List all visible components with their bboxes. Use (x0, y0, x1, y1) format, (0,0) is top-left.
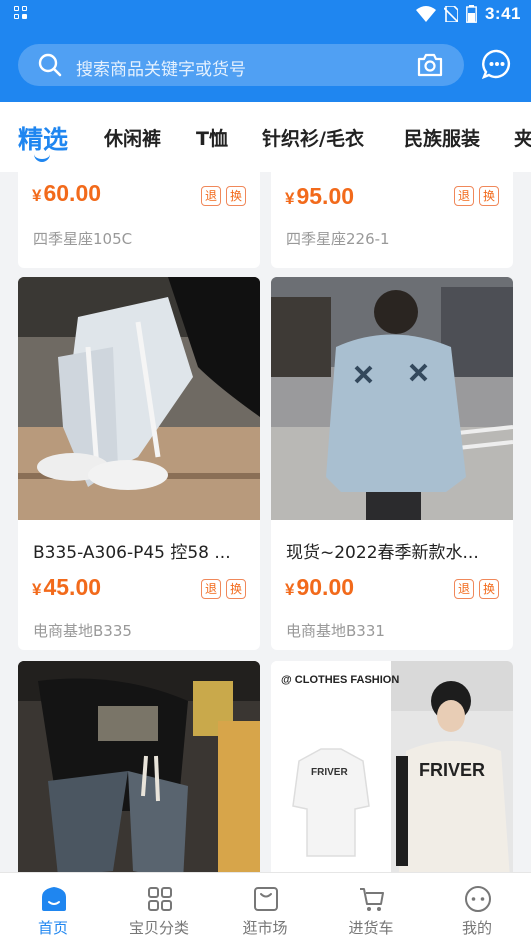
tab-jacket[interactable]: 夹 (514, 124, 531, 151)
header: 3:41 搜索商品关键字或货号 (0, 0, 531, 102)
product-title[interactable]: 现货~2022春季新款水... (286, 538, 501, 563)
profile-icon (465, 886, 491, 912)
cart-icon (360, 888, 384, 911)
return-badge: 退 (201, 579, 221, 599)
grid-icon (148, 887, 172, 911)
search-input[interactable]: 搜索商品关键字或货号 (76, 55, 246, 80)
product-image[interactable] (18, 277, 260, 520)
nav-home-label: 首页 (37, 919, 68, 937)
tab-ethnic-clothing[interactable]: 民族服装 (404, 124, 480, 151)
home-icon (42, 887, 66, 911)
tab-casual-pants[interactable]: 休闲裤 (104, 124, 161, 151)
friver-logo-small: FRIVER (311, 767, 348, 778)
nav-profile-label: 我的 (461, 919, 492, 937)
stall-name: 四季星座105C (33, 230, 133, 248)
exchange-badge: 换 (479, 579, 499, 599)
clothes-fashion-label: @ CLOTHES FASHION (281, 674, 399, 686)
product-card[interactable]: @ CLOTHES FASHION FRIVER FRIVER (271, 661, 513, 872)
return-badge: 退 (454, 186, 474, 206)
return-badge: 退 (454, 579, 474, 599)
product-card[interactable] (18, 661, 260, 872)
product-price: ¥90.00 (285, 574, 355, 600)
product-price: ¥95.00 (285, 183, 355, 209)
stall-name: 四季星座226-1 (286, 230, 390, 248)
product-card[interactable]: B335-A306-P45 控58 ... ¥45.00 退 换 电商基地B33… (18, 277, 260, 650)
camera-icon[interactable] (416, 52, 444, 78)
stall-name: 电商基地B331 (286, 622, 385, 640)
exchange-badge: 换 (226, 186, 246, 206)
product-card[interactable]: ¥60.00 退 换 四季星座105C (18, 172, 260, 268)
product-price: ¥45.00 (32, 574, 102, 600)
tab-indicator (34, 154, 50, 162)
nav-cart-label: 进货车 (348, 919, 394, 937)
status-bar: 3:41 (0, 0, 531, 28)
product-image[interactable] (271, 277, 513, 520)
product-card[interactable]: ¥95.00 退 换 四季星座226-1 (271, 172, 513, 268)
nav-home[interactable]: 首页 (0, 873, 106, 944)
wifi-icon (415, 6, 436, 22)
no-sim-icon (443, 6, 458, 22)
app-notification-icon (14, 6, 28, 20)
product-image[interactable]: @ CLOTHES FASHION FRIVER FRIVER (271, 661, 513, 872)
stall-name: 电商基地B335 (33, 622, 132, 640)
status-time: 3:41 (484, 4, 521, 23)
product-card[interactable]: 现货~2022春季新款水... ¥90.00 退 换 电商基地B331 (271, 277, 513, 650)
product-grid: ¥60.00 退 换 四季星座105C ¥95.00 退 换 四季星座226-1 (0, 172, 531, 872)
friver-logo-large: FRIVER (419, 760, 485, 780)
exchange-badge: 换 (479, 186, 499, 206)
shop-bag-icon (254, 887, 278, 911)
bottom-nav: 首页 宝贝分类 逛市场 进货车 我的 (0, 872, 531, 944)
nav-profile[interactable]: 我的 (424, 873, 530, 944)
tab-tshirt[interactable]: T恤 (196, 124, 228, 151)
search-bar[interactable]: 搜索商品关键字或货号 (18, 44, 464, 86)
nav-market[interactable]: 逛市场 (212, 873, 318, 944)
battery-icon (466, 5, 477, 23)
category-tabs: 精选 休闲裤 T恤 针织衫/毛衣 民族服装 夹 (0, 102, 531, 172)
tab-featured[interactable]: 精选 (18, 120, 68, 156)
product-image[interactable] (18, 661, 260, 872)
product-price: ¥60.00 (32, 180, 102, 206)
return-badge: 退 (201, 186, 221, 206)
tab-knitwear[interactable]: 针织衫/毛衣 (262, 124, 364, 151)
search-icon (38, 53, 62, 77)
nav-categories[interactable]: 宝贝分类 (106, 873, 212, 944)
exchange-badge: 换 (226, 579, 246, 599)
product-title[interactable]: B335-A306-P45 控58 ... (33, 538, 248, 563)
chat-icon[interactable] (481, 48, 513, 80)
nav-categories-label: 宝贝分类 (128, 919, 189, 937)
nav-market-label: 逛市场 (242, 919, 288, 937)
nav-cart[interactable]: 进货车 (318, 873, 424, 944)
